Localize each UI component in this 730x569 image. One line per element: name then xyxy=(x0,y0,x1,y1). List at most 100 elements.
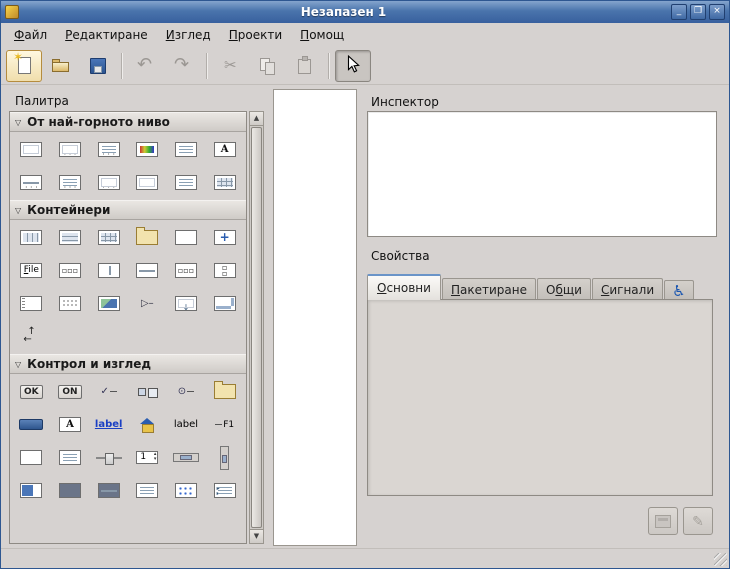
scrollbar-thumb[interactable] xyxy=(251,127,262,528)
tab-signals[interactable]: Сигнали xyxy=(592,278,663,300)
palette-item-vbox[interactable] xyxy=(51,221,90,254)
palette-item-alignment[interactable]: ↑← xyxy=(12,320,51,353)
minimize-button[interactable]: _ xyxy=(671,4,687,20)
close-button[interactable]: × xyxy=(709,4,725,20)
palette-item-assistant[interactable] xyxy=(89,166,128,199)
palette-item-scrolled-window[interactable] xyxy=(205,287,244,320)
palette-item-viewport[interactable] xyxy=(167,287,206,320)
menu-projects[interactable]: Проекти xyxy=(220,25,291,45)
palette-section-title: Контрол и изглед xyxy=(27,357,151,371)
image-widget-icon xyxy=(138,388,146,396)
palette-item-fixed[interactable] xyxy=(128,221,167,254)
palette-item-table[interactable] xyxy=(89,221,128,254)
expander-triangle-icon: ▽ xyxy=(15,118,21,127)
undo-button[interactable] xyxy=(128,50,164,82)
palette-item-list-view[interactable] xyxy=(128,474,167,507)
palette-item-input-dialog[interactable] xyxy=(12,166,51,199)
palette-item-about-dialog[interactable] xyxy=(89,133,128,166)
palette-item-window[interactable] xyxy=(12,133,51,166)
palette-item-text-view[interactable] xyxy=(51,441,90,474)
palette-item-custom-widget[interactable] xyxy=(89,287,128,320)
palette-item-button[interactable]: OK xyxy=(12,375,51,408)
palette-item-vscale[interactable] xyxy=(205,441,244,474)
workspace-canvas[interactable] xyxy=(273,89,357,546)
palette-item-toolbar[interactable] xyxy=(51,254,90,287)
palette-item-statusbar[interactable] xyxy=(51,474,90,507)
palette-item-toggle-button[interactable]: ON xyxy=(51,375,90,408)
palette-item-expander[interactable]: ▷– xyxy=(128,287,167,320)
maximize-button[interactable]: ❒ xyxy=(690,4,706,20)
paste-button[interactable] xyxy=(287,50,323,82)
palette-item-check-button[interactable]: ✓ xyxy=(89,375,128,408)
palette-section-header-controls[interactable]: ▽ Контрол и изглед xyxy=(10,354,246,374)
palette-item-link-button[interactable]: label xyxy=(89,408,128,441)
accel-label-icon: F1 xyxy=(215,420,234,430)
selector-button[interactable] xyxy=(335,50,371,82)
cut-button[interactable] xyxy=(213,50,249,82)
palette-scrollbar[interactable]: ▲ ▼ xyxy=(249,111,264,544)
palette-item-plug[interactable] xyxy=(128,166,167,199)
palette-item-dialog[interactable] xyxy=(51,133,90,166)
palette-item-color-selection-dialog[interactable] xyxy=(128,133,167,166)
resize-grip-icon[interactable] xyxy=(714,553,727,566)
open-button[interactable] xyxy=(43,50,79,82)
palette-item-hscale[interactable] xyxy=(89,441,128,474)
palette-item-icon-view[interactable] xyxy=(167,474,206,507)
palette-item-hpaned[interactable] xyxy=(89,254,128,287)
pencil-icon: ✎ xyxy=(692,513,704,529)
inspector-panel[interactable] xyxy=(367,111,717,237)
new-project-button[interactable] xyxy=(6,50,42,82)
scroll-up-arrow-icon[interactable]: ▲ xyxy=(250,112,263,126)
scrollbar-trough[interactable] xyxy=(250,126,263,529)
tab-common[interactable]: Общи xyxy=(537,278,591,300)
menu-view[interactable]: Изглед xyxy=(157,25,220,45)
pointer-cursor-icon xyxy=(342,55,364,77)
palette-item-combo-box[interactable] xyxy=(89,474,128,507)
palette-item-entry[interactable] xyxy=(12,408,51,441)
palette-item-label[interactable]: label xyxy=(167,408,206,441)
palette-item-home-button[interactable] xyxy=(128,408,167,441)
palette-section-containers: ▽ Контейнери File xyxy=(10,200,246,354)
tab-packing[interactable]: Пакетиране xyxy=(442,278,536,300)
palette-item-tree-view[interactable] xyxy=(205,474,244,507)
palette-section-header-toplevel[interactable]: ▽ От най-горното ниво xyxy=(10,112,246,132)
palette-item-spin-button[interactable] xyxy=(128,441,167,474)
palette-item-vpaned[interactable] xyxy=(128,254,167,287)
palette-item-hbutton-box[interactable] xyxy=(167,254,206,287)
tab-general[interactable]: Основни xyxy=(367,274,441,300)
palette-item-popup-window[interactable] xyxy=(205,166,244,199)
palette-item-layout[interactable] xyxy=(51,287,90,320)
palette-item-combo-box-entry[interactable] xyxy=(51,408,90,441)
palette-item-aspect-frame[interactable] xyxy=(205,221,244,254)
toolbar-separator xyxy=(206,53,208,79)
palette-item-file-chooser-dialog[interactable] xyxy=(167,133,206,166)
palette-item-file-chooser-button[interactable] xyxy=(205,375,244,408)
palette-item-frame[interactable] xyxy=(167,221,206,254)
palette-item-font-selection-dialog[interactable] xyxy=(205,133,244,166)
tab-accessibility[interactable]: ♿ xyxy=(664,280,693,300)
palette-item-hbox[interactable] xyxy=(12,221,51,254)
titlebar[interactable]: Незапазен 1 _ ❒ × xyxy=(1,1,729,23)
palette-item-vbutton-box[interactable] xyxy=(205,254,244,287)
palette-item-socket[interactable] xyxy=(167,166,206,199)
palette-item-image[interactable] xyxy=(128,375,167,408)
menu-file[interactable]: Файл xyxy=(5,25,56,45)
palette-item-progress-bar[interactable] xyxy=(12,474,51,507)
palette-section-header-containers[interactable]: ▽ Контейнери xyxy=(10,200,246,220)
palette-item-accel-label[interactable]: F1 xyxy=(205,408,244,441)
save-button[interactable] xyxy=(80,50,116,82)
palette-item-hscrollbar[interactable] xyxy=(167,441,206,474)
menu-edit[interactable]: Редактиране xyxy=(56,25,157,45)
palette-item-text-entry[interactable] xyxy=(12,441,51,474)
palette-item-message-dialog[interactable] xyxy=(51,166,90,199)
redo-button[interactable] xyxy=(165,50,201,82)
palette-item-radio-button[interactable]: ⊙ xyxy=(167,375,206,408)
copy-button[interactable] xyxy=(250,50,286,82)
handle-box-icon xyxy=(20,296,42,311)
copy-icon xyxy=(257,55,279,77)
palette-item-menubar[interactable]: File xyxy=(12,254,51,287)
edit-button[interactable]: ✎ xyxy=(683,507,713,535)
dialog-button[interactable] xyxy=(648,507,678,535)
menu-help[interactable]: Помощ xyxy=(291,25,353,45)
palette-item-handle-box[interactable] xyxy=(12,287,51,320)
